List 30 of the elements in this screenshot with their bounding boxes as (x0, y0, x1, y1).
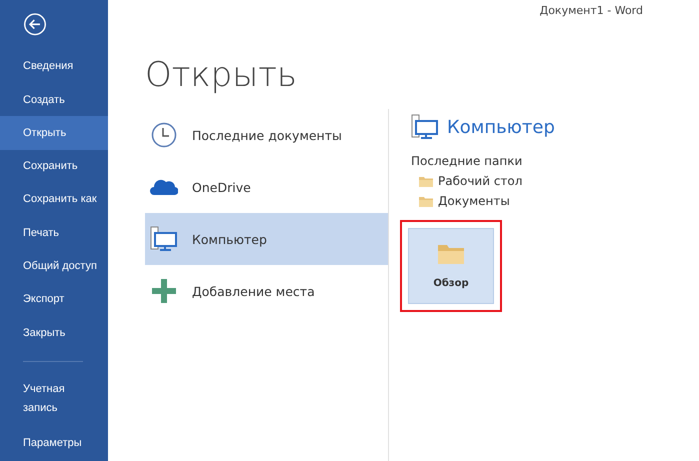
computer-icon (150, 226, 178, 252)
menu-item[interactable]: Экспорт (0, 282, 108, 316)
place-item[interactable]: Компьютер (145, 213, 388, 265)
place-item[interactable]: OneDrive (145, 161, 388, 213)
clock-icon (150, 122, 178, 148)
plus-icon (150, 279, 178, 303)
folder-link[interactable]: Документы (411, 188, 510, 208)
recent-folders-heading: Последние папки (411, 154, 522, 168)
folder-link[interactable]: Рабочий стол (411, 168, 522, 188)
menu-item[interactable]: Закрыть (0, 316, 108, 350)
menu-item[interactable]: Сохранить как (0, 182, 108, 216)
menu-item[interactable]: Сохранить (0, 150, 108, 183)
menu-item[interactable]: Создать (0, 82, 108, 116)
browse-button[interactable]: Обзор (408, 228, 494, 304)
folder-icon (419, 176, 433, 186)
menu-item[interactable]: Открыть (0, 116, 108, 150)
menu-item[interactable]: Печать (0, 216, 108, 250)
section-heading: Компьютер (447, 116, 555, 138)
menu-item[interactable]: Общий доступ (0, 249, 108, 283)
window-title: Документ1 - Word (540, 4, 643, 19)
page-title: Открыть (145, 54, 298, 97)
place-item[interactable]: Последние документы (145, 109, 388, 161)
menu-item[interactable]: Сведения (0, 50, 108, 83)
menu-item[interactable]: Учетная запись (0, 372, 90, 426)
folder-icon (419, 196, 433, 206)
menu-item[interactable]: Параметры (0, 426, 90, 461)
cloud-icon (150, 178, 178, 196)
computer-icon (411, 114, 439, 140)
place-item[interactable]: Добавление места (145, 265, 388, 317)
folder-icon (438, 244, 464, 264)
